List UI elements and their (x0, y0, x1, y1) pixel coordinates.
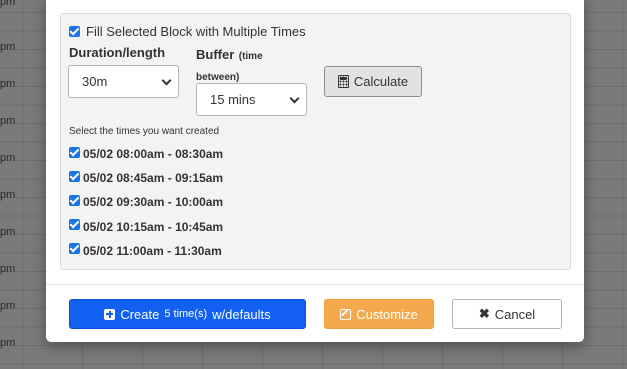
duration-select[interactable]: 30m (68, 65, 179, 98)
chevron-down-icon (289, 93, 300, 103)
create-suffix: w/defaults (212, 306, 271, 322)
time-option-label: 05/02 08:00am - 08:30am (83, 147, 224, 162)
create-count: 5 time(s) (164, 308, 208, 320)
customize-button[interactable]: Customize (324, 299, 434, 329)
time-option-label: 05/02 09:30am - 10:00am (83, 195, 224, 210)
calculate-label: Calculate (353, 74, 409, 89)
buffer-label-group: Buffer (time between) (196, 45, 286, 87)
duration-value: 30m (82, 74, 108, 89)
time-checkbox[interactable] (69, 194, 80, 206)
time-option[interactable]: 05/02 09:30am - 10:00am (69, 190, 223, 214)
time-label: pm (0, 337, 16, 349)
duration-label: Duration/length (69, 45, 166, 60)
time-label: pm (0, 0, 16, 8)
buffer-value: 15 mins (210, 92, 256, 107)
time-label: pm (0, 78, 16, 90)
time-label: pm (0, 189, 16, 201)
time-option[interactable]: 05/02 10:15am - 10:45am (69, 215, 223, 239)
time-checkbox[interactable] (69, 243, 80, 255)
customize-label: Customize (356, 306, 418, 322)
fill-multiple-label: Fill Selected Block with Multiple Times (86, 24, 306, 39)
time-label: pm (0, 263, 16, 275)
time-label: pm (0, 300, 16, 312)
time-checkbox[interactable] (69, 146, 80, 158)
buffer-select[interactable]: 15 mins (196, 83, 307, 116)
time-label: pm (0, 152, 16, 164)
fill-multiple-checkbox[interactable] (69, 26, 80, 37)
time-option[interactable]: 05/02 08:00am - 08:30am (69, 142, 223, 166)
fill-options-panel: Fill Selected Block with Multiple Times … (60, 13, 571, 270)
fill-times-modal: Fill Selected Block with Multiple Times … (46, 0, 584, 342)
calculator-icon (337, 75, 349, 88)
time-checkbox[interactable] (69, 170, 80, 182)
chevron-down-icon (161, 75, 172, 85)
time-label: pm (0, 41, 16, 53)
footer-divider (46, 284, 584, 285)
time-checkbox[interactable] (69, 219, 80, 231)
fill-multiple-times-row[interactable]: Fill Selected Block with Multiple Times (69, 24, 306, 39)
times-list: 05/02 08:00am - 08:30am 05/02 08:45am - … (69, 142, 223, 263)
time-option[interactable]: 05/02 08:45am - 09:15am (69, 166, 223, 190)
time-label: pm (0, 115, 16, 127)
time-option-label: 05/02 10:15am - 10:45am (83, 219, 224, 234)
time-option[interactable]: 05/02 11:00am - 11:30am (69, 239, 223, 263)
calculate-button[interactable]: Calculate (324, 66, 422, 97)
time-option-label: 05/02 11:00am - 11:30am (83, 243, 222, 258)
plus-square-icon (104, 308, 116, 320)
create-prefix: Create (120, 306, 160, 322)
cancel-button[interactable]: ✖ Cancel (452, 299, 562, 329)
create-times-button[interactable]: Create 5 time(s) w/defaults (69, 299, 306, 329)
time-option-label: 05/02 08:45am - 09:15am (83, 171, 224, 186)
cancel-label: Cancel (494, 306, 536, 322)
select-times-label: Select the times you want created (69, 126, 220, 137)
buffer-label: Buffer (196, 47, 235, 62)
edit-icon (340, 308, 352, 320)
time-label: pm (0, 226, 16, 238)
times-icon: ✖ (478, 306, 490, 321)
